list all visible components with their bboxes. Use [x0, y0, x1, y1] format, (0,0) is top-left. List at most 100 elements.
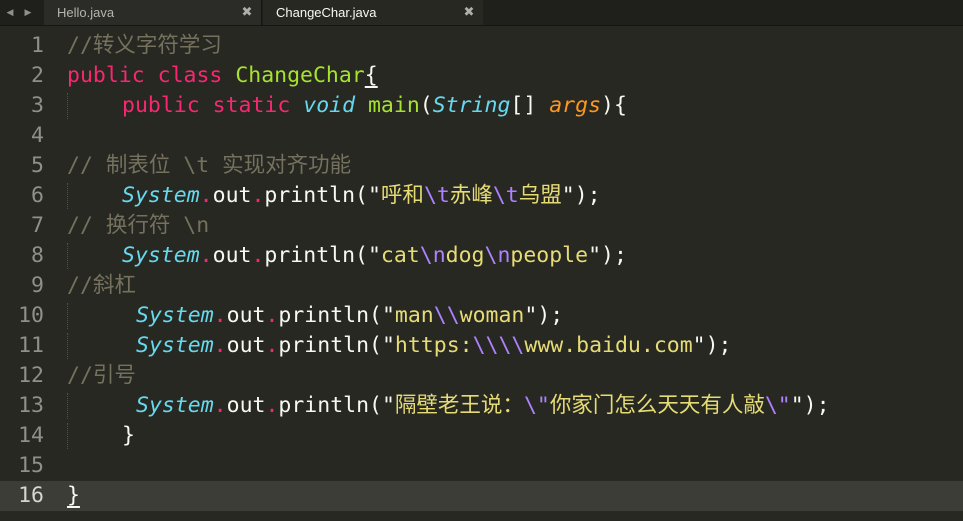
code-line[interactable]: 6 System.out.println("呼和\t赤峰\t乌盟"); [0, 181, 963, 211]
code-token: //引号 [67, 363, 136, 388]
line-number: 4 [31, 123, 44, 148]
tab-label: ChangeChar.java [276, 5, 377, 20]
tab-hello-java[interactable]: Hello.java ✖ [44, 0, 262, 25]
close-icon[interactable]: ✖ [233, 5, 261, 20]
code-token: println(" [264, 243, 381, 268]
close-icon[interactable]: ✖ [455, 5, 483, 20]
code-token: println(" [278, 303, 395, 328]
code-line[interactable]: 5 // 制表位 \t 实现对齐功能 [0, 151, 963, 181]
line-number: 15 [18, 453, 44, 478]
code-text: // 换行符 \n [67, 211, 209, 241]
tab-prev-arrow-icon[interactable]: ◀ [0, 0, 20, 25]
code-text: System.out.println("隔壁老王说：\"你家门怎么天天有人敲\"… [136, 391, 830, 421]
line-number: 1 [31, 33, 44, 58]
indent-guide [67, 303, 68, 329]
code-token: people [510, 243, 589, 268]
code-line[interactable]: 13 System.out.println("隔壁老王说：\"你家门怎么天天有人敲… [0, 391, 963, 421]
code-token: dog [445, 243, 485, 268]
code-token: . [213, 333, 227, 358]
code-token: { [364, 63, 378, 88]
code-token: println(" [278, 393, 395, 418]
code-token: String [432, 93, 511, 118]
code-token: . [251, 183, 265, 208]
code-line[interactable]: 1 //转义字符学习 [0, 31, 963, 61]
tab-next-arrow-icon[interactable]: ▶ [18, 0, 38, 25]
code-token: 呼和 [380, 183, 424, 208]
code-token: out [226, 333, 266, 358]
code-token: \" [523, 393, 550, 418]
code-token: . [213, 393, 227, 418]
line-number: 7 [31, 213, 44, 238]
code-token: man [394, 303, 434, 328]
code-token: "); [692, 333, 732, 358]
code-token: . [199, 243, 213, 268]
code-token: "); [588, 243, 627, 268]
line-number: 16 [18, 483, 44, 508]
indent-guide [67, 393, 68, 419]
code-line[interactable]: 15 [0, 451, 963, 481]
code-token: [] [510, 93, 550, 118]
code-token: ChangeChar [235, 63, 365, 88]
code-line[interactable]: 16} [0, 481, 963, 511]
code-text: //转义字符学习 [67, 31, 222, 61]
code-token: } [67, 483, 80, 508]
code-token: ){ [601, 93, 627, 118]
code-token: woman [459, 303, 525, 328]
code-token: public [122, 93, 200, 118]
code-line[interactable]: 12 //引号 [0, 361, 963, 391]
code-token: "); [790, 393, 830, 418]
code-line[interactable]: 4 [0, 121, 963, 151]
code-token: public [67, 63, 145, 88]
code-line[interactable]: 2 public class ChangeChar{ [0, 61, 963, 91]
tab-changechar-java[interactable]: ChangeChar.java ✖ [263, 0, 483, 25]
code-token: \\ [433, 303, 460, 328]
code-line[interactable]: 8 System.out.println("cat\ndog\npeople"); [0, 241, 963, 271]
code-token: . [251, 243, 265, 268]
code-token: System [136, 333, 214, 358]
code-token: System [122, 183, 200, 208]
code-token: ( [419, 93, 433, 118]
code-token: System [136, 303, 214, 328]
code-line[interactable]: 10 System.out.println("man\\woman"); [0, 301, 963, 331]
line-number: 10 [18, 303, 44, 328]
tab-bar: ◀ ▶ Hello.java ✖ ChangeChar.java ✖ [0, 0, 963, 26]
code-token: out [212, 183, 252, 208]
code-text: public class ChangeChar{ [67, 61, 378, 91]
line-number: 5 [31, 153, 44, 178]
code-line[interactable]: 11 System.out.println("https:\\\\www.baid… [0, 331, 963, 361]
line-number: 13 [18, 393, 44, 418]
code-token: System [122, 243, 200, 268]
line-number: 6 [31, 183, 44, 208]
code-token: www.baidu.com [524, 333, 693, 358]
code-token: 乌盟 [518, 183, 562, 208]
code-line[interactable]: 14} [0, 421, 963, 451]
code-token: 隔壁老王说： [394, 393, 524, 418]
code-text: public static void main(String[] args){ [122, 91, 627, 121]
code-token: 你家门怎么天天有人敲 [549, 393, 765, 418]
code-token: \n [484, 243, 511, 268]
code-token: //斜杠 [67, 273, 136, 298]
line-number: 2 [31, 63, 44, 88]
code-token: \t [423, 183, 450, 208]
code-text: System.out.println("cat\ndog\npeople"); [122, 241, 627, 271]
code-line[interactable]: 7 // 换行符 \n [0, 211, 963, 241]
code-text: } [122, 421, 135, 451]
code-line[interactable]: 9 //斜杠 [0, 271, 963, 301]
indent-guide [67, 93, 68, 119]
code-token: . [265, 303, 279, 328]
code-token: . [265, 393, 279, 418]
line-number: 9 [31, 273, 44, 298]
line-number: 8 [31, 243, 44, 268]
code-token: //转义字符学习 [67, 33, 222, 58]
code-token: \n [419, 243, 446, 268]
code-token: \\\\ [472, 333, 525, 358]
code-token: println(" [264, 183, 381, 208]
code-editor[interactable]: 1 //转义字符学习 2 public class ChangeChar{3 publi… [0, 31, 963, 521]
code-line[interactable]: 3 public static void main(String[] args){ [0, 91, 963, 121]
code-token: // 换行符 \n [67, 213, 210, 238]
code-token: . [213, 303, 227, 328]
code-token: 赤峰 [449, 183, 493, 208]
code-token: cat [380, 243, 420, 268]
code-token: . [265, 333, 279, 358]
code-token: out [226, 393, 266, 418]
